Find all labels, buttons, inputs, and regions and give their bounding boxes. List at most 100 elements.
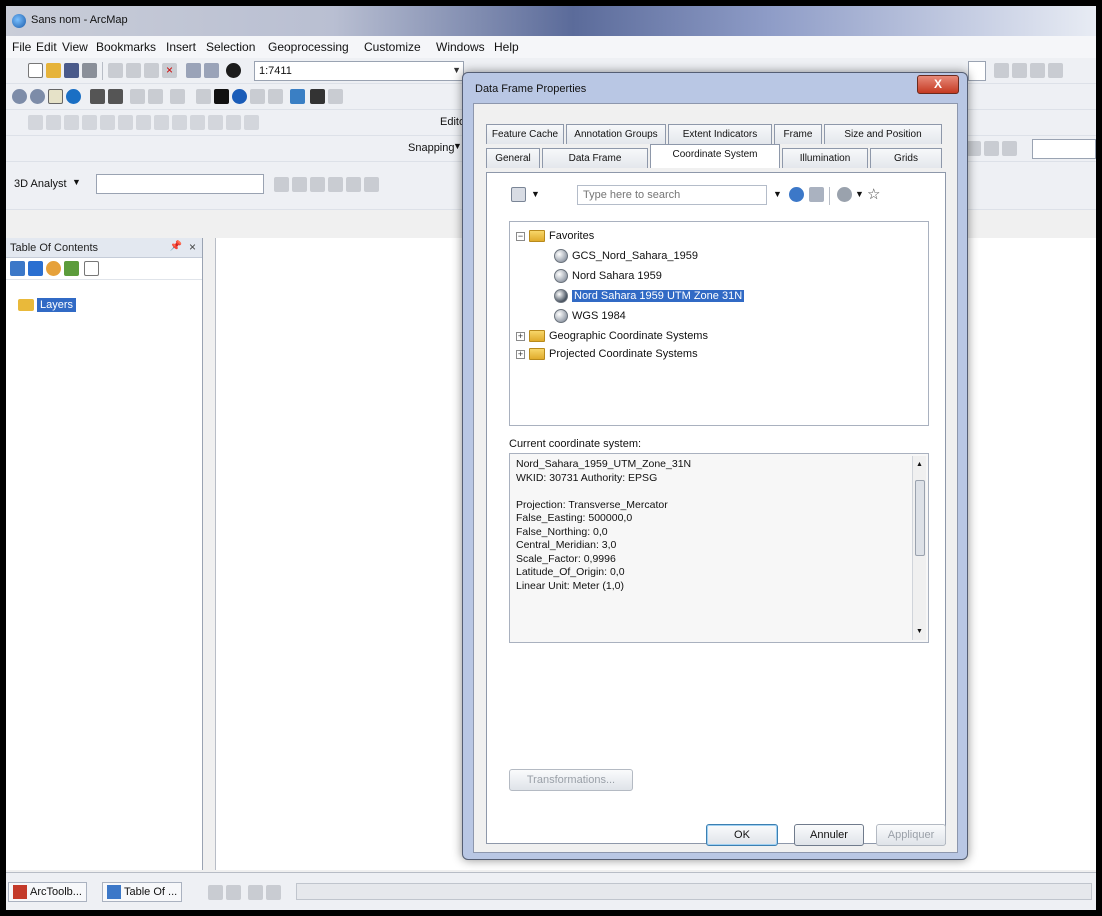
go-to-xy-icon[interactable] (328, 89, 343, 104)
full-extent-icon[interactable] (66, 89, 81, 104)
tree-favorites[interactable]: − Favorites (516, 228, 594, 244)
current-coordinate-system-details[interactable]: Nord_Sahara_1959_UTM_Zone_31N WKID: 3073… (509, 453, 929, 643)
back-extent-icon[interactable] (130, 89, 145, 104)
toolbar-icon-right-4[interactable] (1048, 63, 1063, 78)
tab-feature-cache[interactable]: Feature Cache (486, 124, 564, 144)
editor-tool-icon-8[interactable] (154, 115, 169, 130)
layout-view-icon[interactable] (226, 885, 241, 900)
search-icon[interactable] (789, 187, 804, 202)
pan-icon[interactable] (48, 89, 63, 104)
close-button[interactable]: X (917, 75, 959, 94)
toolbar-icon-right-7[interactable] (1002, 141, 1017, 156)
toolbar-icon-right-1[interactable] (994, 63, 1009, 78)
menu-file[interactable]: File (12, 40, 31, 54)
search-input[interactable] (577, 185, 767, 205)
tab-coordinate-system[interactable]: Coordinate System (650, 144, 780, 168)
forward-extent-icon[interactable] (148, 89, 163, 104)
editor-tool-icon-6[interactable] (118, 115, 133, 130)
3d-tool-icon-5[interactable] (346, 177, 361, 192)
scroll-up-icon[interactable]: ▲ (916, 458, 923, 472)
3d-analyst-layer-combo[interactable] (96, 174, 264, 194)
save-icon[interactable] (64, 63, 79, 78)
tab-data-frame[interactable]: Data Frame (542, 148, 648, 168)
menu-view[interactable]: View (62, 40, 88, 54)
3d-analyst-menu[interactable]: 3D Analyst (14, 178, 67, 190)
select-features-icon[interactable] (170, 89, 185, 104)
copy-icon[interactable] (126, 63, 141, 78)
toolbar-combo-right[interactable] (968, 61, 986, 81)
table-of-contents-tab[interactable]: Table Of ... (102, 882, 183, 902)
toolbar-icon-right-5[interactable] (966, 141, 981, 156)
paste-icon[interactable] (144, 63, 159, 78)
search-dropdown-chevron-icon[interactable]: ▼ (773, 189, 782, 199)
new-document-icon[interactable] (28, 63, 43, 78)
tree-item-nord-sahara-1959[interactable]: Nord Sahara 1959 (554, 268, 662, 284)
tree-item-nord-sahara-1959-utm-zone-31n[interactable]: Nord Sahara 1959 UTM Zone 31N (554, 288, 745, 304)
pause-icon[interactable] (266, 885, 281, 900)
map-scale-combo[interactable]: 1:7411 ▼ (254, 61, 464, 81)
layers-data-frame[interactable]: Layers (18, 298, 77, 312)
pin-icon[interactable]: 📌 (170, 241, 182, 252)
3d-tool-icon-6[interactable] (364, 177, 379, 192)
select-elements-icon[interactable] (214, 89, 229, 104)
3d-tool-icon-2[interactable] (292, 177, 307, 192)
scroll-down-icon[interactable]: ▼ (916, 625, 923, 639)
3d-tool-icon-3[interactable] (310, 177, 325, 192)
editor-tool-icon-5[interactable] (100, 115, 115, 130)
zoom-out-icon[interactable] (30, 89, 45, 104)
transformations-button[interactable]: Transformations... (509, 769, 633, 791)
ok-button[interactable]: OK (706, 824, 778, 846)
toolbar-icon-right-2[interactable] (1012, 63, 1027, 78)
editor-tool-icon-2[interactable] (46, 115, 61, 130)
editor-tool-icon-9[interactable] (172, 115, 187, 130)
menu-insert[interactable]: Insert (166, 40, 196, 54)
add-data-icon[interactable] (226, 63, 241, 78)
print-icon[interactable] (82, 63, 97, 78)
tab-illumination[interactable]: Illumination (782, 148, 868, 168)
open-icon[interactable] (46, 63, 61, 78)
add-to-favorites-star-icon[interactable]: ☆ (867, 185, 880, 203)
scrollbar-thumb[interactable] (915, 480, 925, 556)
hyperlink-icon[interactable] (250, 89, 265, 104)
tab-grids[interactable]: Grids (870, 148, 942, 168)
find-icon[interactable] (310, 89, 325, 104)
clear-search-icon[interactable] (809, 187, 824, 202)
zoom-in-icon[interactable] (12, 89, 27, 104)
editor-tool-icon-1[interactable] (28, 115, 43, 130)
close-icon[interactable]: × (189, 240, 196, 254)
menu-help[interactable]: Help (494, 40, 519, 54)
editor-tool-icon-10[interactable] (190, 115, 205, 130)
clear-selection-icon[interactable] (196, 89, 211, 104)
data-view-icon[interactable] (208, 885, 223, 900)
tab-general[interactable]: General (486, 148, 540, 168)
list-by-source-icon[interactable] (28, 261, 43, 276)
redo-icon[interactable] (204, 63, 219, 78)
menu-bookmarks[interactable]: Bookmarks (96, 40, 156, 54)
collapse-icon[interactable]: − (516, 231, 525, 241)
cancel-button[interactable]: Annuler (794, 824, 864, 846)
arctoolbox-tab[interactable]: ArcToolb... (8, 882, 87, 902)
details-scrollbar[interactable]: ▲ ▼ (912, 456, 926, 640)
filter-icon[interactable] (511, 187, 526, 202)
identify-icon[interactable] (232, 89, 247, 104)
menu-geoprocessing[interactable]: Geoprocessing (268, 40, 349, 54)
3d-tool-icon-4[interactable] (328, 177, 343, 192)
toolbar-icon-right-6[interactable] (984, 141, 999, 156)
horizontal-scrollbar[interactable] (296, 883, 1092, 900)
menu-customize[interactable]: Customize (364, 40, 421, 54)
editor-tool-icon-4[interactable] (82, 115, 97, 130)
options-icon[interactable] (84, 261, 99, 276)
tab-frame[interactable]: Frame (774, 124, 822, 144)
editor-tool-icon-13[interactable] (244, 115, 259, 130)
list-by-visibility-icon[interactable] (46, 261, 61, 276)
delete-icon[interactable]: × (162, 63, 177, 78)
html-popup-icon[interactable] (268, 89, 283, 104)
cut-icon[interactable] (108, 63, 123, 78)
refresh-icon[interactable] (248, 885, 263, 900)
tree-projected-coordinate-systems[interactable]: + Projected Coordinate Systems (516, 346, 698, 362)
tree-item-wgs-1984[interactable]: WGS 1984 (554, 308, 626, 324)
editor-tool-icon-11[interactable] (208, 115, 223, 130)
tab-annotation-groups[interactable]: Annotation Groups (566, 124, 666, 144)
editor-tool-icon-3[interactable] (64, 115, 79, 130)
tree-geographic-coordinate-systems[interactable]: + Geographic Coordinate Systems (516, 328, 708, 344)
